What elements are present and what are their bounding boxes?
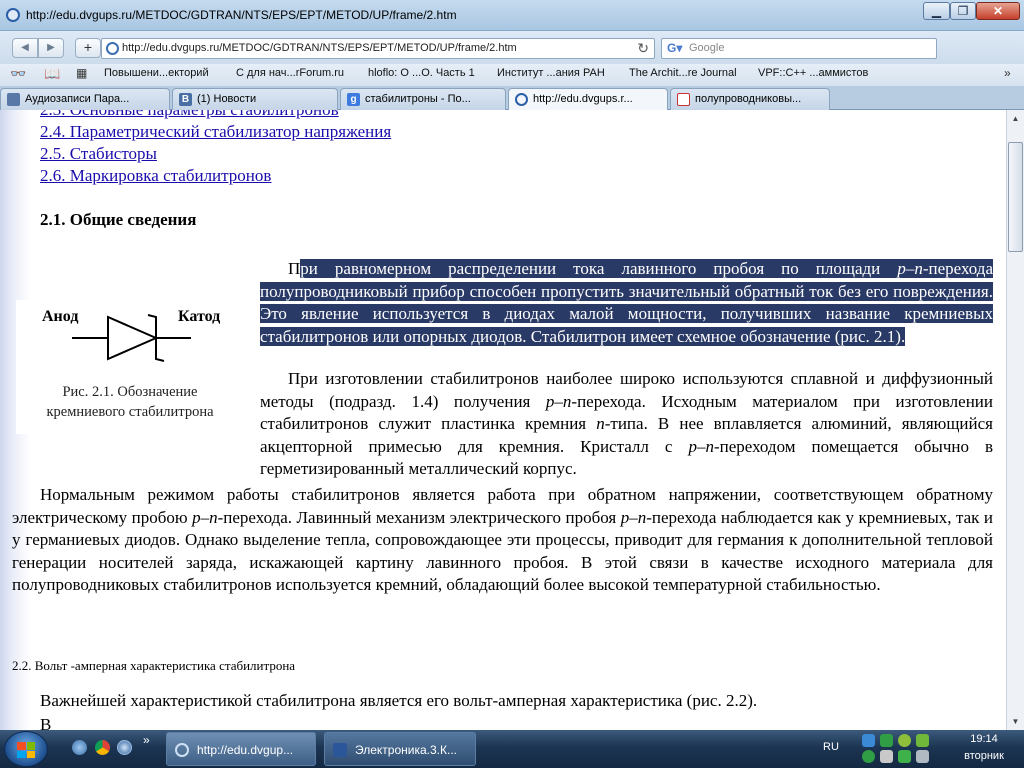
bookmark-link[interactable]: The Archit...re Journal [629,67,737,79]
network-tray-icon[interactable] [862,734,875,747]
address-text[interactable]: http://edu.dvgups.ru/METDOC/GDTRAN/NTS/E… [122,42,517,54]
taskbar-browser-button[interactable]: http://edu.dvgup... [166,732,316,766]
page-content: 2.3. Основные параметры стабилитронов 2.… [0,110,1006,730]
tab-current[interactable]: http://edu.dvgups.r... [508,88,668,111]
google-favicon-icon: g [347,93,360,106]
update-tray-icon[interactable] [916,734,929,747]
search-field[interactable]: G▾ Google [661,38,937,59]
minimize-button[interactable]: ▁ [923,2,950,20]
tab-pdf[interactable]: полупроводниковы... [670,88,830,110]
toc-link[interactable]: 2.3. Основные параметры стабилитронов [40,110,339,120]
vk-favicon-icon: В [179,93,192,106]
windows-logo-icon [17,742,35,758]
reload-icon[interactable]: ↻ [637,40,649,57]
forward-button[interactable]: ▶ [38,38,64,58]
bookmarks-overflow-icon[interactable]: » [1004,66,1011,80]
paragraph-vac: Важнейшей характеристикой стабилитрона я… [40,691,758,710]
section-heading: 2.1. Общие сведения [40,210,197,229]
language-indicator[interactable]: RU [823,741,839,753]
flag-tray-icon[interactable] [916,750,929,763]
vk-favicon-icon [7,93,20,106]
subsection-heading: 2.2. Вольт -амперная характеристика стаб… [12,658,296,673]
reading-glasses-icon[interactable]: 👓 [10,66,26,82]
paragraph-manufacturing: При изготовлении стабилитронов наиболее … [260,369,993,478]
toc-link[interactable]: 2.5. Стабисторы [40,144,157,164]
tab-label: (1) Новости [197,93,257,105]
back-button[interactable]: ◀ [12,38,38,58]
explorer-quicklaunch-icon[interactable] [72,740,87,755]
paragraph-intro: При равномерном распределении тока лавин… [260,259,993,346]
scroll-thumb[interactable] [1008,142,1023,252]
skype-tray-icon[interactable] [880,734,893,747]
tab-label: стабилитроны - По... [365,93,471,105]
chrome-quicklaunch-icon[interactable] [95,740,110,755]
toc-link[interactable]: 2.6. Маркировка стабилитронов [40,166,271,186]
bookmark-link[interactable]: Повышени...екторий [104,67,209,79]
taskbar-button-label: http://edu.dvgup... [197,743,294,757]
vertical-scrollbar[interactable]: ▲ ▼ [1006,110,1024,730]
scroll-up-arrow-icon[interactable]: ▲ [1007,110,1024,127]
maximize-button[interactable]: ❐ [950,2,976,20]
tab-label: полупроводниковы... [695,93,802,105]
bookmark-link[interactable]: С для нач...rForum.ru [236,67,344,79]
zener-diode-symbol [72,314,191,362]
browser-quicklaunch-icon[interactable] [117,740,132,755]
globe-favicon-icon [515,93,528,106]
bookmark-link[interactable]: hloflo: О ...О. Часть 1 [368,67,475,79]
clock-time: 19:14 [970,733,998,745]
volume-tray-icon[interactable] [880,750,893,763]
site-identity-icon [106,42,119,55]
browser-globe-icon [6,8,20,22]
bookmark-link[interactable]: Институт ...ания РАН [497,67,605,79]
scroll-down-arrow-icon[interactable]: ▼ [1007,713,1024,730]
bookmark-link[interactable]: VPF::C++ ...аммистов [758,67,868,79]
tab-label: Аудиозаписи Пара... [25,93,130,105]
bookmarks-bar: 👓 📖 ▦ Повышени...екторий С для нач...rFo… [0,64,1024,86]
quicklaunch-overflow-icon[interactable]: » [143,733,150,747]
grid-apps-icon[interactable]: ▦ [76,66,87,80]
pdf-favicon-icon [677,93,690,106]
window-title: http://edu.dvgups.ru/METDOC/GDTRAN/NTS/E… [26,8,457,22]
google-search-icon: G▾ [667,41,683,55]
selected-text: ри равномерном распределении тока лавинн… [260,259,993,346]
figure-caption: Рис. 2.1. Обозначение кремниевого стабил… [46,384,214,420]
globe-icon [175,743,189,757]
close-button[interactable]: ✕ [976,2,1020,20]
checkmark-tray-icon[interactable] [898,734,911,747]
tab-audio[interactable]: Аудиозаписи Пара... [0,88,170,110]
new-tab-button[interactable]: + [75,38,101,58]
status-tray-icon[interactable] [862,750,875,763]
window-titlebar[interactable]: http://edu.dvgups.ru/METDOC/GDTRAN/NTS/E… [0,0,1024,31]
tab-search[interactable]: g стабилитроны - По... [340,88,506,110]
book-icon[interactable]: 📖 [44,66,60,82]
system-clock[interactable]: 19:14 вторник [946,731,1022,767]
start-button[interactable] [4,731,48,767]
taskbar-button-label: Электроника.3.К... [355,743,457,757]
search-placeholder: Google [689,42,725,54]
address-bar[interactable]: http://edu.dvgups.ru/METDOC/GDTRAN/NTS/E… [101,38,655,59]
security-tray-icon[interactable] [898,750,911,763]
tab-label: http://edu.dvgups.r... [533,93,633,105]
navigation-toolbar: ◀ ▶ + http://edu.dvgups.ru/METDOC/GDTRAN… [0,31,1024,89]
toc-link[interactable]: 2.4. Параметрический стабилизатор напряж… [40,122,391,142]
zener-diode-figure: Анод Катод Рис. 2.1. Обозначение кремние… [16,300,244,434]
windows-taskbar: » http://edu.dvgup... Электроника.3.К...… [0,730,1024,768]
taskbar-word-button[interactable]: Электроника.3.К... [324,732,476,766]
clock-day: вторник [964,750,1004,762]
word-document-icon [333,743,347,757]
paragraph-next-partial: В [40,715,52,730]
tab-strip: Аудиозаписи Пара... В (1) Новости g стаб… [0,86,1024,111]
paragraph-normal-mode: Нормальным режимом работы стабилитронов … [12,485,993,594]
tab-news[interactable]: В (1) Новости [172,88,338,110]
